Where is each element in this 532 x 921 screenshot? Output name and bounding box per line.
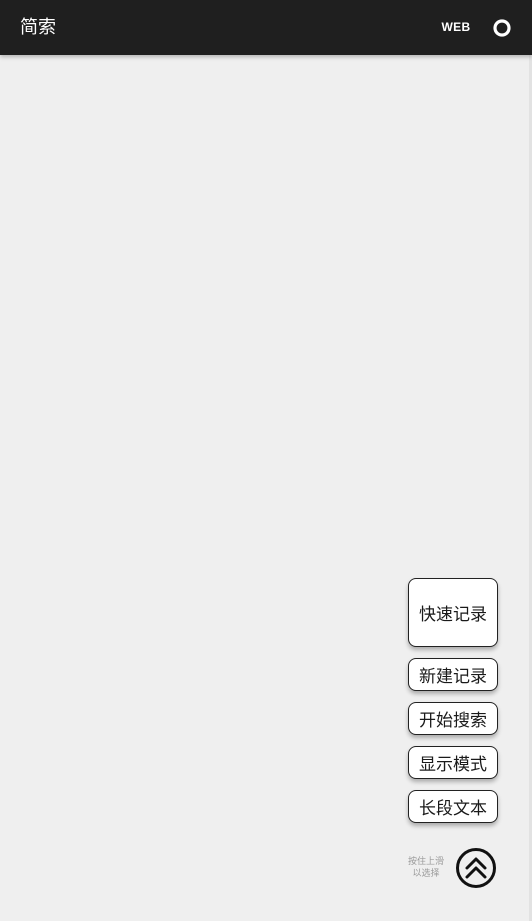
swipe-hint-line-2: 以选择 [412, 869, 440, 879]
start-search-button[interactable]: 开始搜索 [408, 702, 498, 735]
swipe-hint: 按住上滑 以选择 [402, 856, 450, 880]
double-chevron-up-icon [456, 848, 496, 888]
swipe-up-fab[interactable] [455, 847, 497, 889]
long-text-button[interactable]: 长段文本 [408, 790, 498, 823]
circle-outline-icon [493, 19, 511, 37]
circle-toggle-button[interactable] [488, 14, 516, 42]
swipe-hint-line-1: 按住上滑 [407, 857, 444, 867]
new-record-button[interactable]: 新建记录 [408, 658, 498, 691]
app-bar: 简索 WEB [0, 0, 532, 55]
quick-record-button[interactable]: 快速记录 [408, 578, 498, 647]
app-title: 简索 [20, 17, 56, 38]
web-button[interactable]: WEB [436, 0, 476, 55]
display-mode-button[interactable]: 显示模式 [408, 746, 498, 779]
